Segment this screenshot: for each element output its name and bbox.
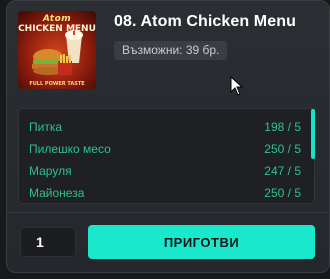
ingredient-name: Маруля [29, 164, 72, 178]
ingredient-qty: 250 / 5 [264, 142, 301, 156]
ingredient-row: Пилешко месо 250 / 5 [29, 140, 301, 158]
ingredient-name: Майонеза [29, 186, 85, 200]
ingredient-name: Пилешко месо [29, 142, 111, 156]
ingredient-qty: 198 / 5 [264, 120, 301, 134]
ingredient-row: Майонеза 250 / 5 [29, 184, 301, 202]
image-tagline-text: FULL POWER TASTE [29, 81, 85, 87]
image-title-text: CHICKEN MENU [18, 24, 96, 34]
ingredient-name: Питка [29, 120, 63, 134]
craft-button[interactable]: ПРИГОТВИ [88, 225, 315, 259]
ingredient-row: Маруля 247 / 5 [29, 162, 301, 180]
ingredient-list[interactable]: Питка 198 / 5 Пилешко месо 250 / 5 Марул… [18, 108, 315, 204]
divider [7, 212, 329, 213]
recipe-title: 08. Atom Chicken Menu [114, 13, 296, 30]
image-brand-text: Atom [42, 14, 72, 24]
available-count-badge: Възможни: 39 бр. [114, 41, 228, 60]
ingredient-qty: 247 / 5 [264, 164, 301, 178]
ingredient-list-scrollbar[interactable] [311, 109, 315, 159]
recipe-image: Atom CHICKEN MENU FULL POWER TASTE [18, 11, 96, 89]
mouse-cursor-icon [230, 76, 244, 96]
quantity-input[interactable] [20, 227, 76, 257]
ingredient-row: Питка 198 / 5 [29, 118, 301, 136]
ingredient-qty: 250 / 5 [264, 186, 301, 200]
